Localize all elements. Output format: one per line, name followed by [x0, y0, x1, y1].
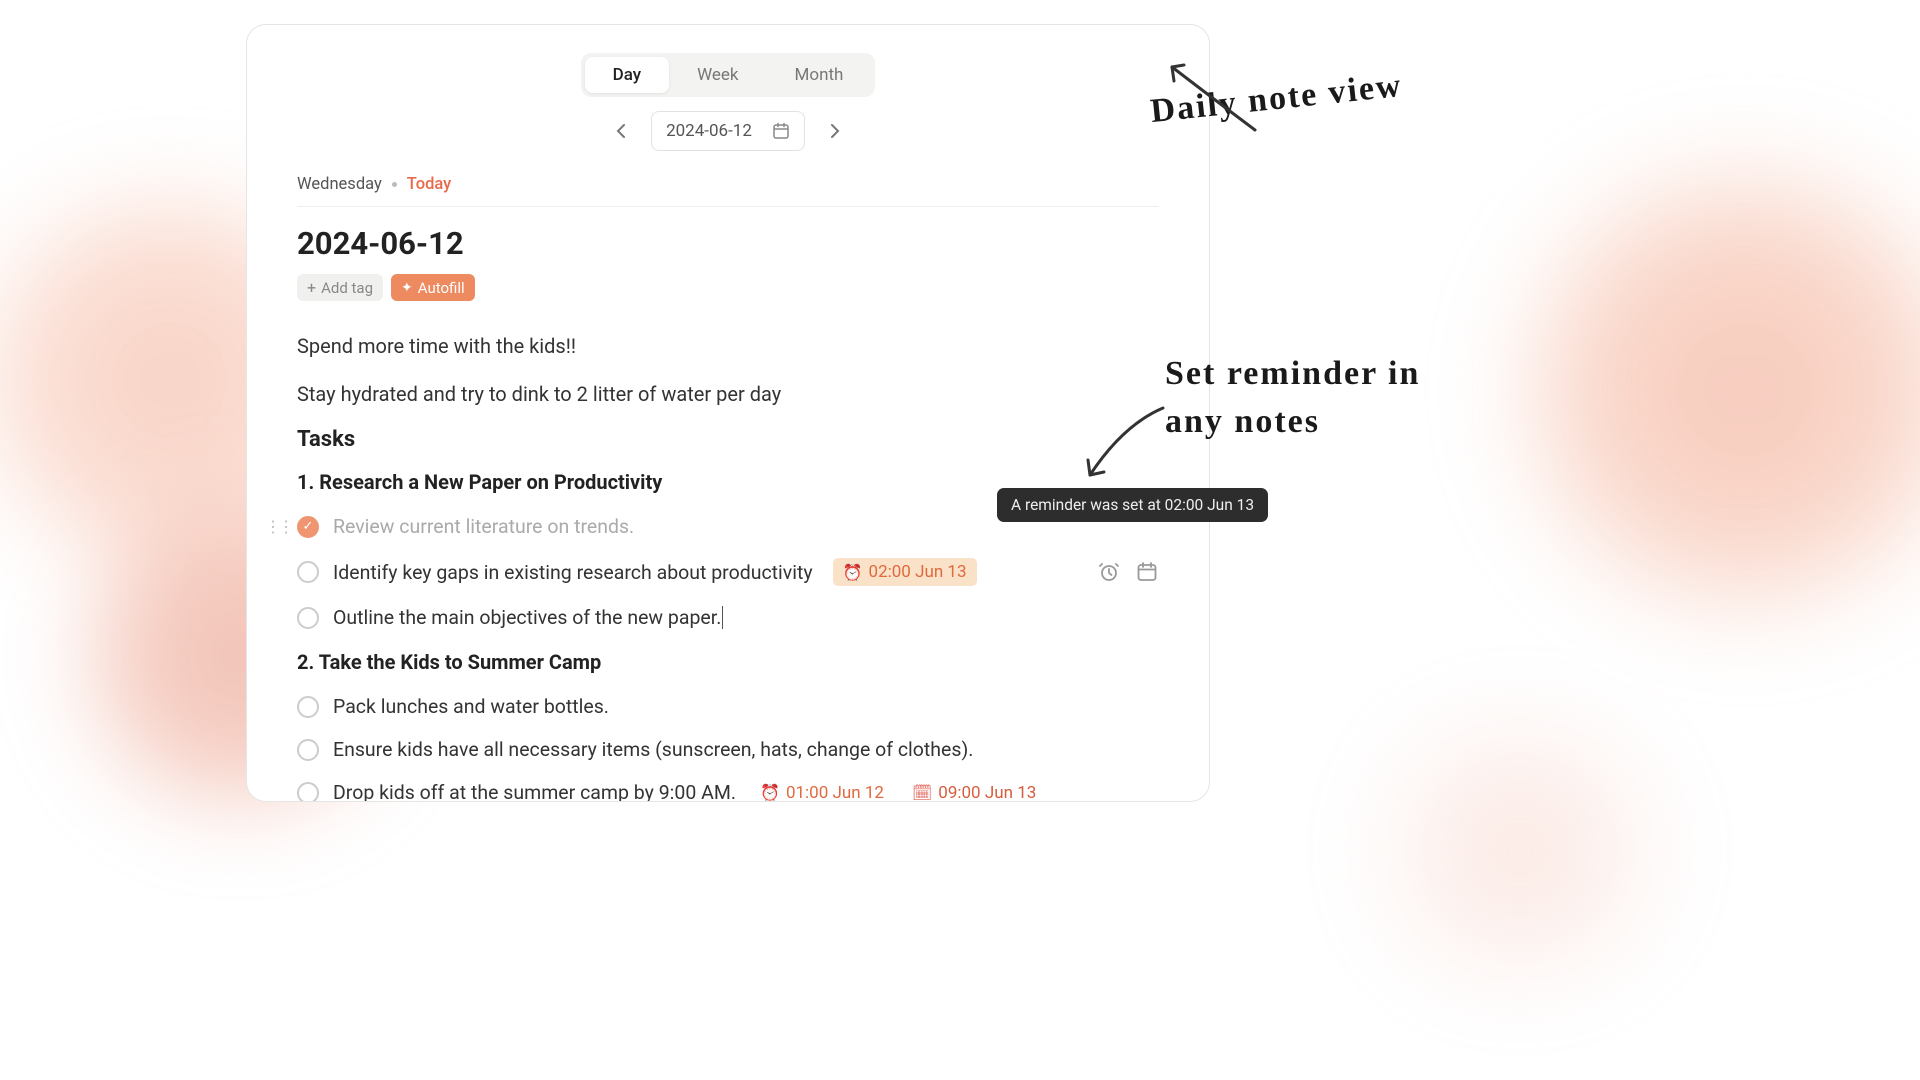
- calendar-time: 09:00 Jun 13: [938, 783, 1036, 803]
- today-label: Today: [407, 175, 451, 194]
- alarm-icon: ⏰: [760, 783, 780, 802]
- next-day-button[interactable]: [821, 117, 849, 145]
- task-section-heading[interactable]: 2. Take the Kids to Summer Camp: [297, 650, 1159, 674]
- tasks-heading: Tasks: [297, 427, 1159, 452]
- annotation-line: any notes: [1165, 398, 1420, 446]
- calendar-icon: [772, 122, 790, 140]
- calendar-icon: 🗓: [912, 783, 932, 802]
- task-item: Pack lunches and water bottles.: [297, 688, 1159, 725]
- task-text[interactable]: Identify key gaps in existing research a…: [333, 561, 813, 584]
- bg-splash: [1470, 140, 1920, 640]
- add-tag-label: Add tag: [321, 279, 373, 297]
- task-checkbox[interactable]: [297, 739, 319, 761]
- drag-handle-icon[interactable]: ⋮⋮: [265, 517, 291, 536]
- sparkle-icon: ✦: [401, 280, 413, 296]
- autofill-label: Autofill: [418, 279, 465, 297]
- task-item: Ensure kids have all necessary items (su…: [297, 731, 1159, 768]
- task-actions: [1097, 560, 1159, 584]
- task-checkbox[interactable]: ✓: [297, 516, 319, 538]
- reminder-time: 01:00 Jun 12: [786, 783, 884, 803]
- task-text[interactable]: Drop kids off at the summer camp by 9:00…: [333, 781, 736, 802]
- reminder-chip[interactable]: ⏰ 02:00 Jun 13: [833, 558, 977, 586]
- alarm-icon: ⏰: [843, 563, 863, 582]
- task-item: Drop kids off at the summer camp by 9:00…: [297, 774, 1159, 802]
- task-text[interactable]: Pack lunches and water bottles.: [333, 695, 609, 718]
- calendar-chip[interactable]: 🗓 09:00 Jun 13: [908, 783, 1040, 803]
- tag-row: + Add tag ✦ Autofill: [297, 274, 1159, 301]
- annotation-line: Set reminder in: [1165, 350, 1420, 398]
- task-item: Outline the main objectives of the new p…: [297, 599, 1159, 636]
- tab-week[interactable]: Week: [669, 57, 766, 93]
- tab-month[interactable]: Month: [767, 57, 872, 93]
- alarm-icon[interactable]: [1097, 560, 1121, 584]
- tab-day[interactable]: Day: [585, 57, 669, 93]
- arrow-icon: [1078, 400, 1178, 490]
- task-checkbox[interactable]: [297, 561, 319, 583]
- bg-splash: [1320, 700, 1720, 1000]
- date-picker[interactable]: 2024-06-12: [651, 111, 805, 151]
- add-tag-button[interactable]: + Add tag: [297, 274, 383, 301]
- task-checkbox[interactable]: [297, 696, 319, 718]
- view-switcher: Day Week Month: [581, 53, 876, 97]
- task-checkbox[interactable]: [297, 782, 319, 803]
- task-text[interactable]: Review current literature on trends.: [333, 515, 634, 538]
- note-body-line[interactable]: Stay hydrated and try to dink to 2 litte…: [297, 379, 1159, 409]
- date-value: 2024-06-12: [666, 121, 752, 141]
- reminder-chip[interactable]: ⏰ 01:00 Jun 12: [756, 783, 888, 803]
- prev-day-button[interactable]: [607, 117, 635, 145]
- plus-icon: +: [307, 278, 316, 297]
- autofill-button[interactable]: ✦ Autofill: [391, 274, 475, 301]
- note-card: Day Week Month 2024-06-12 Wednesday Toda…: [246, 24, 1210, 802]
- task-text[interactable]: Outline the main objectives of the new p…: [333, 606, 723, 629]
- task-item: Identify key gaps in existing research a…: [297, 551, 1159, 593]
- reminder-time: 02:00 Jun 13: [869, 562, 967, 582]
- arrow-icon: [1160, 55, 1270, 145]
- note-title[interactable]: 2024-06-12: [297, 225, 1159, 262]
- day-line: Wednesday Today: [297, 175, 1159, 207]
- separator-dot: [392, 182, 397, 187]
- note-body-line[interactable]: Spend more time with the kids!!: [297, 331, 1159, 361]
- date-nav: 2024-06-12: [297, 111, 1159, 151]
- calendar-icon[interactable]: [1135, 560, 1159, 584]
- weekday-label: Wednesday: [297, 175, 382, 194]
- annotation-reminder: Set reminder in any notes: [1165, 350, 1420, 445]
- task-text[interactable]: Ensure kids have all necessary items (su…: [333, 738, 973, 761]
- task-checkbox[interactable]: [297, 607, 319, 629]
- reminder-tooltip: A reminder was set at 02:00 Jun 13: [997, 488, 1268, 522]
